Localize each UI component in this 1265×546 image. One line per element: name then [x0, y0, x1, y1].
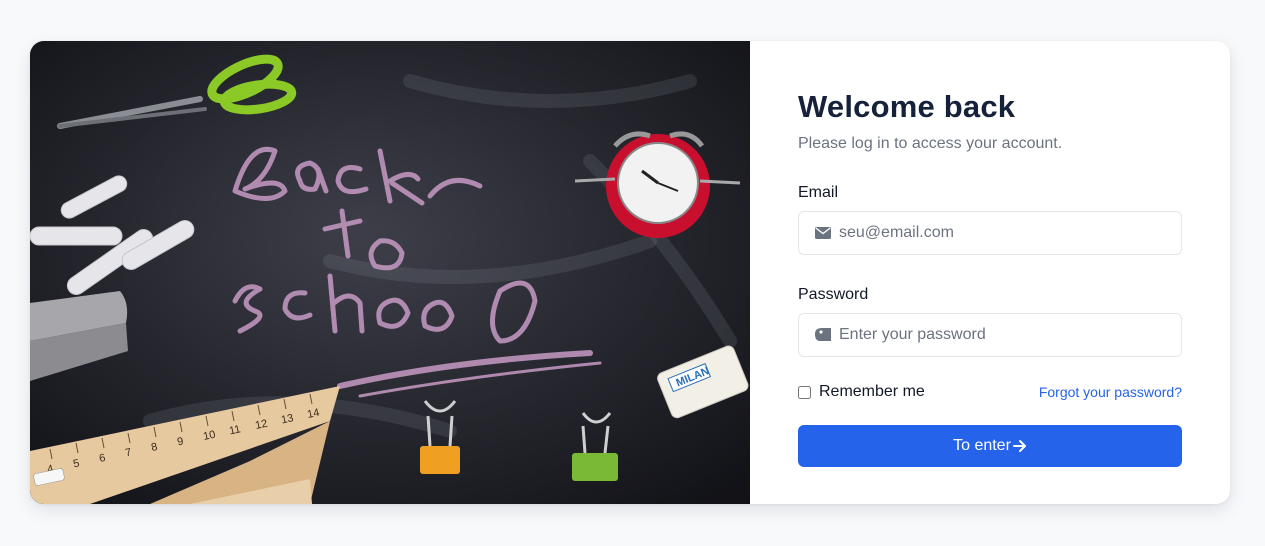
email-label: Email	[798, 184, 839, 201]
hero-image: MILAN 4 5 6 7 8 9 10 11 12 13 14 back to…	[30, 41, 750, 504]
password-label: Password	[798, 286, 869, 303]
email-input[interactable]	[839, 212, 1169, 254]
password-input[interactable]	[839, 314, 1169, 356]
ruler-tick-label: 10	[202, 429, 216, 443]
envelope-icon	[814, 225, 832, 241]
ruler-tick-label: 11	[228, 423, 242, 437]
ruler-tick-label: 14	[306, 407, 320, 421]
remember-row: Remember me Forgot your password?	[798, 382, 1182, 402]
remember-checkbox[interactable]	[798, 385, 811, 399]
remember-label: Remember me	[819, 383, 925, 400]
tag-icon	[814, 327, 832, 343]
ruler-tick-label: 13	[280, 412, 294, 426]
remember-me[interactable]: Remember me	[798, 383, 925, 401]
submit-label: To enter	[953, 437, 1011, 454]
page-title: Welcome back	[798, 89, 1016, 124]
forgot-password-link[interactable]: Forgot your password?	[1039, 384, 1182, 400]
submit-button[interactable]: To enter	[798, 425, 1182, 467]
login-card: MILAN 4 5 6 7 8 9 10 11 12 13 14 back to…	[30, 41, 1230, 504]
email-input-wrapper	[798, 211, 1182, 255]
password-input-wrapper	[798, 313, 1182, 357]
chalkboard-illustration: MILAN 4 5 6 7 8 9 10 11 12 13 14 back to…	[30, 41, 750, 504]
arrow-right-icon	[1012, 439, 1027, 453]
login-form: Welcome back Please log in to access you…	[750, 41, 1230, 504]
ruler-tick-label: 12	[254, 418, 268, 432]
chalk-word-back: back	[240, 200, 243, 202]
page-subtitle: Please log in to access your account.	[798, 135, 1063, 152]
